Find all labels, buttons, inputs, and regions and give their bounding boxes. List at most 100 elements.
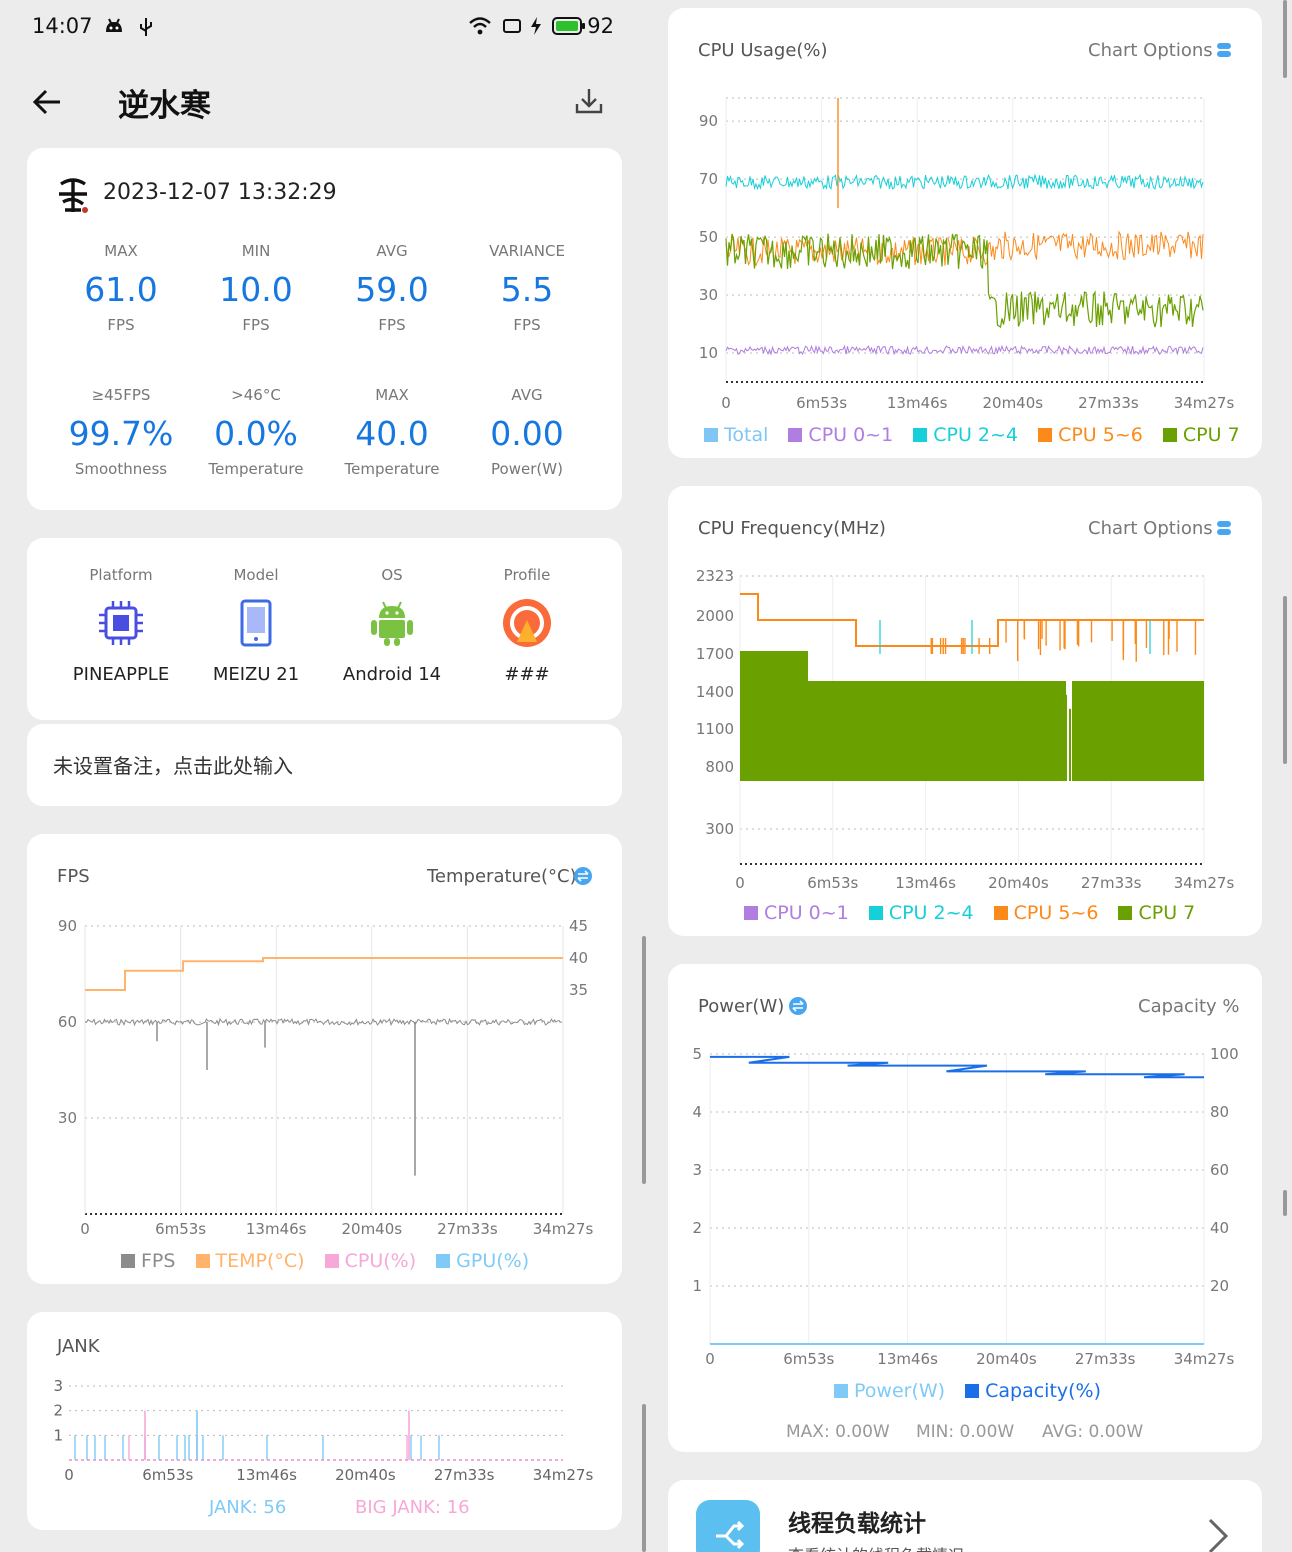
back-button[interactable]: [30, 84, 66, 120]
legend-item[interactable]: CPU 0~1: [788, 424, 893, 446]
device-os: OS Android 14: [324, 566, 460, 685]
legend-item[interactable]: CPU 5~6: [1038, 424, 1143, 446]
x-tick-label: 34m27s: [1174, 1350, 1235, 1368]
y-tick-label: 60: [58, 1013, 77, 1031]
battery-icon: [552, 16, 586, 41]
stat-unit: FPS: [513, 316, 541, 334]
y-tick-label: 300: [705, 820, 734, 838]
note-text: 未设置备注，点击此处输入: [53, 754, 293, 778]
android-icon: [367, 598, 417, 648]
legend-item[interactable]: CPU(%): [324, 1250, 416, 1272]
y-tick-label: 50: [699, 228, 718, 246]
options-icon[interactable]: [1216, 41, 1232, 63]
power-card: Power(W) Capacity % 5 4 3 2 1 100 80 60 40 20 0 6m5…: [668, 964, 1262, 1452]
y-tick-label: 4: [692, 1103, 702, 1121]
stat-label: MAX: [104, 242, 138, 260]
device-model: Model MEIZU 21: [188, 566, 324, 685]
x-tick-label: 6m53s: [783, 1350, 834, 1368]
y2-tick-label: 80: [1210, 1103, 1229, 1121]
y2-tick-label: 35: [569, 981, 588, 999]
cpu-usage-card: CPU Usage(%) Chart Options 90 70 50 30 10 0 6m…: [668, 8, 1262, 458]
y-tick-label: 70: [699, 170, 718, 188]
charging-icon: [530, 16, 542, 41]
scrollbar[interactable]: [1283, 1190, 1287, 1216]
stat-smoothness: ≥45FPS 99.7% Smoothness: [53, 386, 189, 478]
legend-item[interactable]: CPU 7: [1118, 902, 1195, 924]
thread-stats-card[interactable]: 线程负载统计 查看统计的线程负载情况: [668, 1480, 1262, 1552]
scrollbar[interactable]: [1283, 0, 1287, 78]
legend-item[interactable]: Total: [704, 424, 768, 446]
y-tick-label: 2323: [696, 567, 734, 585]
x-tick-label: 20m40s: [988, 874, 1049, 892]
device-profile: Profile ###: [459, 566, 595, 685]
switch-icon[interactable]: [573, 866, 593, 890]
jank-chart-title: JANK: [57, 1336, 100, 1357]
x-tick-label: 20m40s: [335, 1466, 396, 1484]
device-label: Model: [233, 566, 279, 584]
power-title: Power(W): [698, 996, 785, 1017]
x-tick-label: 20m40s: [976, 1350, 1037, 1368]
stat-value: 99.7%: [68, 414, 174, 453]
legend-item[interactable]: Capacity(%): [965, 1380, 1101, 1402]
legend-item[interactable]: CPU 0~1: [744, 902, 849, 924]
legend-item[interactable]: GPU(%): [436, 1250, 529, 1272]
x-tick-label: 6m53s: [807, 874, 858, 892]
cpu7-series-area: [808, 681, 1066, 781]
legend-item[interactable]: Power(W): [834, 1380, 945, 1402]
y-tick-label: 2: [692, 1219, 702, 1237]
chevron-right-icon[interactable]: [1206, 1516, 1230, 1552]
download-button[interactable]: [572, 84, 606, 118]
cpu-usage-chart: 90 70 50 30 10 0 6m53s 13m46s 20m40s 27m33s 34m27s: [699, 97, 1235, 412]
x-tick-label: 0: [80, 1220, 90, 1234]
stat-value: 0.00: [490, 414, 564, 453]
stat-max-fps: MAX 61.0 FPS: [53, 242, 189, 334]
right-panel: CPU Usage(%) Chart Options 90 70 50 30 10 0 6m…: [650, 0, 1292, 1552]
options-icon[interactable]: [1216, 519, 1232, 541]
power-max: MAX: 0.00W: [786, 1422, 890, 1442]
legend-item[interactable]: FPS: [121, 1250, 175, 1272]
thread-stats-subtitle: 查看统计的线程负载情况: [788, 1542, 964, 1552]
stat-unit: FPS: [107, 316, 135, 334]
x-tick-label: 34m27s: [1174, 874, 1235, 892]
cpu0-1-series-line: [725, 344, 1204, 356]
x-tick-label: 27m33s: [1081, 874, 1142, 892]
device-card: Platform PINEAPPLE Model MEIZU 21 OS And…: [27, 538, 622, 720]
stat-label: MAX: [375, 386, 409, 404]
legend-item[interactable]: TEMP(°C): [195, 1250, 305, 1272]
stat-variance: VARIANCE 5.5 FPS: [459, 242, 595, 334]
capacity-series-line: [710, 1055, 1204, 1079]
switch-icon[interactable]: [788, 996, 808, 1020]
left-panel: 14:07 92 逆水寒 2023-12-07 13:32:29 MAX 61.…: [0, 0, 650, 1552]
legend-item[interactable]: CPU 2~4: [868, 902, 974, 924]
record-datetime: 2023-12-07 13:32:29: [103, 180, 337, 205]
wifi-icon: [468, 16, 492, 41]
scrollbar[interactable]: [642, 1404, 646, 1552]
device-value: Android 14: [342, 664, 442, 685]
x-tick-label: 34m27s: [533, 1220, 594, 1234]
usb-icon: [138, 16, 154, 43]
y-tick-label: 2: [53, 1402, 63, 1420]
x-tick-label: 6m53s: [142, 1466, 193, 1484]
legend-item[interactable]: CPU 2~4: [913, 424, 1018, 446]
chart-options-button[interactable]: Chart Options: [1088, 40, 1213, 61]
x-tick-label: 34m27s: [1174, 394, 1235, 412]
chart-options-button[interactable]: Chart Options: [1088, 518, 1213, 539]
legend-item[interactable]: CPU 7: [1162, 424, 1240, 446]
x-tick-label: 13m46s: [895, 874, 956, 892]
y-tick-label: 1700: [696, 645, 734, 663]
note-card[interactable]: 未设置备注，点击此处输入: [27, 724, 622, 806]
thread-icon: [696, 1500, 760, 1552]
legend-item[interactable]: CPU 5~6: [993, 902, 1098, 924]
device-platform: Platform PINEAPPLE: [53, 566, 189, 685]
scrollbar[interactable]: [1283, 596, 1287, 764]
scrollbar[interactable]: [642, 936, 646, 1184]
y-tick-label: 90: [58, 917, 77, 935]
fps-chart: 90 60 30 45 40 35 0 6m53s 13m46s 20m40s 27m33s 34m2…: [58, 917, 594, 1234]
y2-tick-label: 40: [1210, 1219, 1229, 1237]
device-value: ###: [504, 664, 550, 685]
stat-unit: Temperature: [344, 460, 440, 478]
stat-unit: Power(W): [491, 460, 563, 478]
power-chart: 5 4 3 2 1 100 80 60 40 20 0 6m53s 13m46s 20m40s 27m33s…: [692, 1045, 1238, 1368]
profile-icon: [502, 598, 552, 648]
big-jank-count: BIG JANK: 16: [355, 1497, 470, 1518]
